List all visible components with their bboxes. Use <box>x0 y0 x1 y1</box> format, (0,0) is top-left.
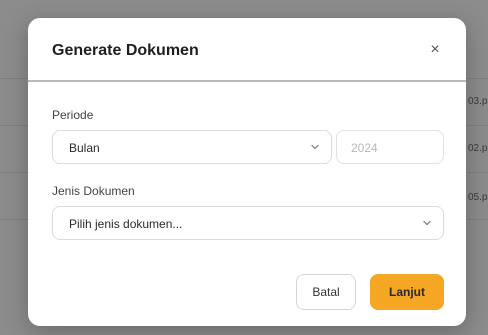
period-type-select-value: Bulan <box>69 141 100 155</box>
jenis-dokumen-label: Jenis Dokumen <box>52 184 135 198</box>
document-type-select[interactable]: Pilih jenis dokumen... <box>52 206 444 240</box>
next-button[interactable]: Lanjut <box>370 274 444 310</box>
close-icon: × <box>430 41 440 58</box>
background-file-cell: 05.p <box>468 192 488 203</box>
cancel-button[interactable]: Batal <box>296 274 356 310</box>
year-input-placeholder: 2024 <box>351 141 378 155</box>
year-input[interactable]: 2024 <box>336 130 444 164</box>
chevron-down-icon <box>311 144 319 150</box>
document-type-select-value: Pilih jenis dokumen... <box>69 217 183 231</box>
background-file-cell: 02.p <box>468 143 488 154</box>
close-button[interactable]: × <box>426 41 444 59</box>
modal-header: Generate Dokumen × <box>28 18 466 82</box>
generate-document-modal: Generate Dokumen × Periode Bulan 2024 Je… <box>28 18 466 326</box>
periode-label: Periode <box>52 108 94 122</box>
period-type-select[interactable]: Bulan <box>52 130 332 164</box>
modal-title: Generate Dokumen <box>52 42 199 59</box>
chevron-down-icon <box>423 220 431 226</box>
background-file-cell: 03.p <box>468 96 488 107</box>
